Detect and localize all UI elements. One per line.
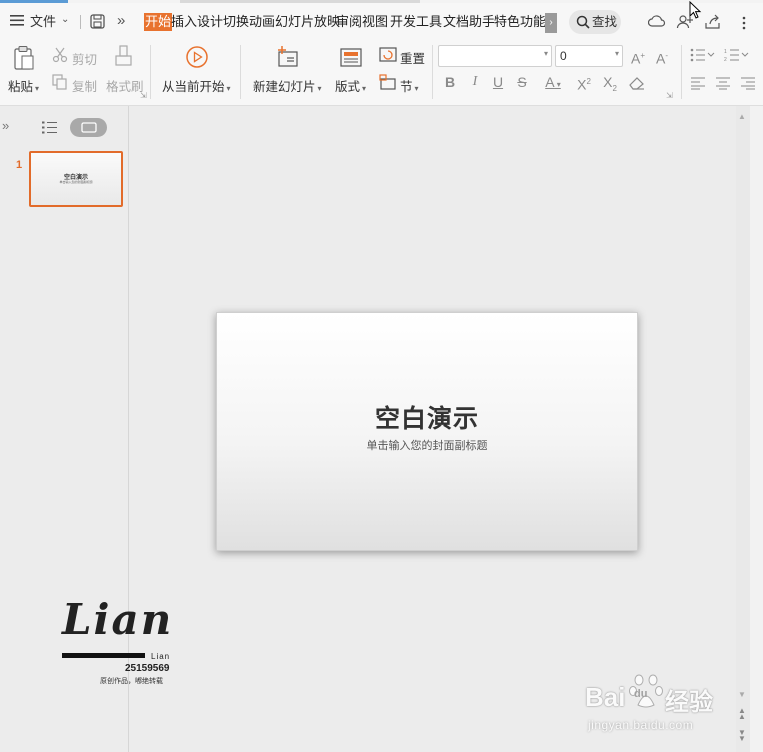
share-icon[interactable] <box>704 14 722 30</box>
new-slide-icon[interactable] <box>276 45 300 69</box>
align-center-icon[interactable] <box>715 76 731 90</box>
search-label: 查找 <box>592 15 618 29</box>
play-icon[interactable] <box>185 45 209 69</box>
vertical-scrollbar[interactable]: ▲ ▼ ▲ ▲ ▼ ▼ <box>736 106 750 752</box>
file-menu[interactable]: 文件 <box>30 13 56 31</box>
tab-review[interactable]: 审阅 <box>336 13 362 31</box>
baidu-jingyan-text: 经验 <box>665 689 713 716</box>
hamburger-icon[interactable] <box>10 14 24 26</box>
lian-note: 原创作品，嘟绝转载 <box>100 678 163 685</box>
format-painter-icon[interactable] <box>114 45 134 71</box>
align-right-icon[interactable] <box>740 76 756 90</box>
reset-button[interactable]: 重置 <box>400 48 425 67</box>
slide-subtitle[interactable]: 单击输入您的封面副标题 <box>217 437 637 453</box>
outline-view-icon[interactable] <box>42 121 58 134</box>
clear-format-icon[interactable] <box>628 76 646 90</box>
copy-button[interactable]: 复制 <box>72 76 97 95</box>
lian-big-text: Lian <box>62 595 174 644</box>
save-icon[interactable] <box>90 14 105 29</box>
superscript-icon[interactable]: X2 <box>574 74 594 93</box>
tab-transitions[interactable]: 切换 <box>223 13 249 31</box>
baidu-url-text: jingyan.baidu.com <box>588 718 694 732</box>
layout-button[interactable]: 版式 ▾ <box>335 76 366 95</box>
chevron-down-icon[interactable]: ⌄ <box>61 14 69 25</box>
menu-bar: 文件 ⌄ » 开始 插入 设计 切换 动画 幻灯片放映 审阅 视图 开发工具 文… <box>0 0 763 39</box>
subscript-icon[interactable]: X2 <box>600 74 620 97</box>
font-size-dropdown-icon[interactable]: ▾ <box>615 49 619 58</box>
tabs-scroll-right-icon[interactable]: › <box>545 13 557 33</box>
lian-number: 25159569 <box>125 663 170 674</box>
baidu-jingyan-watermark: Bai du 经验 jingyan.baidu.com <box>585 668 735 738</box>
tab-design[interactable]: 设计 <box>197 13 223 31</box>
clipboard-expand-icon[interactable]: ⇲ <box>140 91 147 100</box>
slide-thumbnail-1[interactable]: 空白演示 单击输入您的封面副标题 <box>29 151 123 207</box>
baidu-text: Bai <box>585 682 626 712</box>
more-options-icon[interactable] <box>741 15 747 31</box>
svg-text:2: 2 <box>724 57 727 62</box>
tab-insert[interactable]: 插入 <box>171 13 197 31</box>
reset-icon[interactable] <box>379 47 397 63</box>
start-from-current-button[interactable]: 从当前开始 ▾ <box>162 76 231 95</box>
font-color-icon[interactable]: A ▾ <box>540 74 566 93</box>
slide-number: 1 <box>16 159 23 171</box>
strikethrough-icon[interactable]: S <box>514 74 530 90</box>
decrease-font-size-icon[interactable]: A- <box>653 48 671 67</box>
numbered-list-icon[interactable]: 12 <box>724 48 750 63</box>
ribbon-toolbar: 粘贴 ▾ 剪切 复制 格式刷 ⇲ 从当前开始 ▾ 新建幻灯片 ▾ 版式 ▾ 重置 节 ▾ … <box>0 39 763 106</box>
font-size-field[interactable]: 0 ▾ <box>555 45 623 67</box>
font-name-dropdown-icon[interactable]: ▾ <box>544 49 548 58</box>
format-painter-button[interactable]: 格式刷 <box>106 76 144 95</box>
svg-text:1: 1 <box>724 49 727 55</box>
increase-font-size-icon[interactable]: A+ <box>629 48 647 67</box>
tab-animation[interactable]: 动画 <box>249 13 275 31</box>
lian-underline <box>62 653 145 658</box>
copy-icon[interactable] <box>52 74 68 90</box>
bold-icon[interactable]: B <box>442 74 458 90</box>
new-slide-button[interactable]: 新建幻灯片 ▾ <box>253 76 322 95</box>
paste-icon[interactable] <box>12 45 36 71</box>
lian-small-text: Lian <box>151 652 171 661</box>
slide-view-icon <box>81 122 97 133</box>
scissors-icon[interactable] <box>52 47 68 63</box>
search-icon <box>576 15 590 29</box>
tab-doc-assistant[interactable]: 文档助手 <box>443 13 495 31</box>
lian-watermark: Lian Lian 25159569 原创作品，嘟绝转载 <box>60 598 180 690</box>
slide-title[interactable]: 空白演示 <box>217 399 637 435</box>
font-name-field[interactable]: ▾ <box>438 45 552 67</box>
tab-home[interactable]: 开始 <box>144 13 173 31</box>
section-icon[interactable] <box>379 74 397 90</box>
thumbnail-subtitle: 单击输入您的封面副标题 <box>59 180 93 184</box>
tab-slideshow[interactable]: 幻灯片放映 <box>275 13 340 31</box>
font-expand-icon[interactable]: ⇲ <box>666 91 673 100</box>
scroll-down-icon[interactable]: ▼ <box>738 690 746 699</box>
cloud-sync-icon[interactable] <box>647 14 666 30</box>
tab-developer[interactable]: 开发工具 <box>390 13 442 31</box>
next-slide-icon[interactable]: ▼ ▼ <box>738 729 746 743</box>
tab-special-features[interactable]: 特色功能 <box>494 13 546 31</box>
bullet-list-icon[interactable] <box>690 48 716 62</box>
layout-icon[interactable] <box>340 48 362 68</box>
section-button[interactable]: 节 ▾ <box>400 76 419 95</box>
more-quick-access-icon[interactable]: » <box>117 12 125 29</box>
slide-canvas[interactable]: 空白演示 单击输入您的封面副标题 <box>216 312 638 551</box>
align-left-icon[interactable] <box>690 76 706 90</box>
cut-button[interactable]: 剪切 <box>72 49 97 68</box>
baidu-du-text: du <box>634 688 648 700</box>
collapse-panel-icon[interactable]: » <box>2 118 9 133</box>
prev-slide-icon[interactable]: ▲ ▲ <box>738 707 746 721</box>
underline-icon[interactable]: U <box>490 74 506 90</box>
search-box[interactable]: 查找 <box>569 10 621 34</box>
thumbnail-view-toggle[interactable] <box>70 118 107 137</box>
tab-view[interactable]: 视图 <box>362 13 388 31</box>
scroll-up-icon[interactable]: ▲ <box>738 112 746 121</box>
right-edge <box>750 106 763 752</box>
italic-icon[interactable]: I <box>467 74 483 90</box>
mouse-cursor-icon <box>689 0 703 21</box>
paste-button[interactable]: 粘贴 ▾ <box>8 76 39 95</box>
